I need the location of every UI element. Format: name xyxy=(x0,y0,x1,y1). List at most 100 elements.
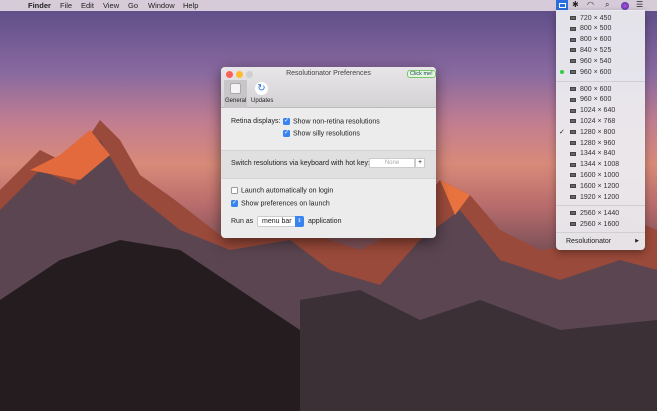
resolution-item[interactable]: 800 × 600 xyxy=(556,35,645,45)
screen-thumbnail-icon xyxy=(570,141,576,145)
click-me-badge[interactable]: Click me! xyxy=(407,70,436,78)
wifi-icon[interactable]: ◠ xyxy=(587,0,594,9)
screen-thumbnail-icon xyxy=(570,59,576,64)
menu-file[interactable]: File xyxy=(60,1,72,10)
resolution-label: 1280 × 960 xyxy=(580,139,616,147)
run-suffix-label: application xyxy=(308,218,342,225)
resolution-label: 800 × 600 xyxy=(580,85,612,93)
bluetooth-icon[interactable]: ✱ xyxy=(572,0,579,9)
resolution-item[interactable]: 800 × 500 xyxy=(556,24,645,34)
submenu-label: Resolutionator xyxy=(566,237,612,245)
screen-thumbnail-icon xyxy=(570,70,576,74)
screen-thumbnail-icon xyxy=(570,37,576,42)
resolution-label: 2560 × 1440 xyxy=(580,209,620,217)
resolutionator-submenu[interactable]: Resolutionator ▶ xyxy=(556,236,645,246)
menu-separator xyxy=(556,81,645,82)
resolution-label: 1920 × 1200 xyxy=(580,193,620,201)
show-prefs-checkbox[interactable]: ✓ Show preferences on launch xyxy=(231,200,330,207)
screen-thumbnail-icon xyxy=(570,162,576,167)
resolution-item[interactable]: 960 × 540 xyxy=(556,56,645,66)
resolution-label: 1344 × 840 xyxy=(580,150,616,158)
resolution-item[interactable]: ✓ 1280 × 800 xyxy=(556,127,645,137)
resolution-item[interactable]: 840 × 525 xyxy=(556,45,645,55)
nonretina-checkbox[interactable]: ✓ Show non-retina resolutions xyxy=(283,118,380,125)
refresh-icon: ↻ xyxy=(255,82,268,95)
resolution-item[interactable]: 1600 × 1200 xyxy=(556,181,645,191)
resolution-item[interactable]: 1024 × 768 xyxy=(556,116,645,126)
submenu-arrow-icon: ▶ xyxy=(635,238,639,244)
run-mode-select[interactable]: menu bar ⇕ xyxy=(257,216,304,227)
launch-login-label: Launch automatically on login xyxy=(241,187,334,195)
hotkey-section: Switch resolutions via keyboard with hot… xyxy=(221,150,436,179)
resolution-menu: 720 × 450 800 × 500 800 × 600 840 × 525 960 … xyxy=(556,10,645,250)
resolution-label: 1600 × 1000 xyxy=(580,171,620,179)
active-dot-icon xyxy=(560,70,564,74)
resolution-label: 800 × 600 xyxy=(580,36,612,44)
menu-help[interactable]: Help xyxy=(183,1,198,10)
resolution-item[interactable]: 960 × 600 xyxy=(556,95,645,105)
tab-general[interactable]: General xyxy=(224,80,247,108)
screen-thumbnail-icon xyxy=(570,173,576,178)
menu-separator xyxy=(556,205,645,206)
resolution-item[interactable]: 2560 × 1440 xyxy=(556,208,645,218)
resolution-label: 1024 × 640 xyxy=(580,107,616,115)
screen-thumbnail-icon xyxy=(570,151,576,156)
menu-finder[interactable]: Finder xyxy=(28,1,51,10)
resolution-item[interactable]: 1024 × 640 xyxy=(556,106,645,116)
preferences-window: Resolutionator Preferences Click me! Gen… xyxy=(221,67,436,238)
resolution-item[interactable]: 1920 × 1200 xyxy=(556,192,645,202)
siri-icon[interactable] xyxy=(621,2,629,10)
hotkey-field[interactable]: None xyxy=(369,158,415,168)
toolbar: Resolutionator Preferences Click me! Gen… xyxy=(221,67,436,108)
screen-thumbnail-icon xyxy=(570,130,576,135)
resolution-label: 960 × 600 xyxy=(580,68,612,76)
resolution-item[interactable]: 960 × 600 xyxy=(556,67,645,77)
screen-thumbnail-icon xyxy=(570,211,576,215)
resolution-label: 960 × 540 xyxy=(580,57,612,65)
menu-go[interactable]: Go xyxy=(128,1,138,10)
resolution-item[interactable]: 1600 × 1000 xyxy=(556,170,645,180)
screen-thumbnail-icon xyxy=(570,195,576,199)
tab-updates-label: Updates xyxy=(251,98,274,104)
resolution-label: 840 × 525 xyxy=(580,46,612,54)
resolution-label: 800 × 500 xyxy=(580,25,612,33)
resolution-label: 1344 × 1008 xyxy=(580,161,620,169)
screen-thumbnail-icon xyxy=(570,97,576,102)
show-prefs-label: Show preferences on launch xyxy=(241,200,330,208)
resolution-item[interactable]: 800 × 600 xyxy=(556,84,645,94)
resolution-item[interactable]: 1280 × 960 xyxy=(556,138,645,148)
screen-thumbnail-icon xyxy=(570,184,576,189)
resolution-item[interactable]: 1344 × 1008 xyxy=(556,160,645,170)
screen-thumbnail-icon xyxy=(570,108,576,113)
menu-view[interactable]: View xyxy=(103,1,119,10)
hotkey-add-button[interactable]: + xyxy=(415,158,425,168)
run-as-label: Run as xyxy=(231,218,254,225)
resolution-item[interactable]: 2560 × 1600 xyxy=(556,219,645,229)
screen-thumbnail-icon xyxy=(570,222,576,226)
resolution-label: 1024 × 768 xyxy=(580,117,616,125)
menu-separator xyxy=(556,232,645,233)
tab-general-label: General xyxy=(225,98,247,104)
silly-checkbox[interactable]: ✓ Show silly resolutions xyxy=(283,130,360,137)
checkmark-icon: ✓ xyxy=(559,129,565,137)
spotlight-icon[interactable]: ⌕ xyxy=(605,0,609,10)
screen-thumbnail-icon xyxy=(570,48,576,53)
resolution-item[interactable]: 1344 × 840 xyxy=(556,149,645,159)
resolution-label: 1280 × 800 xyxy=(580,128,616,136)
menu-edit[interactable]: Edit xyxy=(81,1,94,10)
nonretina-label: Show non-retina resolutions xyxy=(293,118,380,126)
resolution-item[interactable]: 720 × 450 xyxy=(556,13,645,23)
launch-login-checkbox[interactable]: Launch automatically on login xyxy=(231,187,333,194)
tab-updates[interactable]: ↻ Updates xyxy=(249,80,275,108)
screen-thumbnail-icon xyxy=(570,87,576,91)
menu-window[interactable]: Window xyxy=(148,1,175,10)
notification-center-icon[interactable]: ☰ xyxy=(636,0,643,9)
retina-label: Retina displays: xyxy=(231,118,281,125)
resolution-label: 960 × 600 xyxy=(580,96,612,104)
run-mode-value: menu bar xyxy=(262,218,292,225)
general-icon xyxy=(230,83,241,94)
hotkey-label: Switch resolutions via keyboard with hot… xyxy=(231,160,370,167)
screen-thumbnail-icon xyxy=(570,26,576,31)
screen-thumbnail-icon xyxy=(570,119,576,124)
select-stepper-icon: ⇕ xyxy=(295,216,304,227)
